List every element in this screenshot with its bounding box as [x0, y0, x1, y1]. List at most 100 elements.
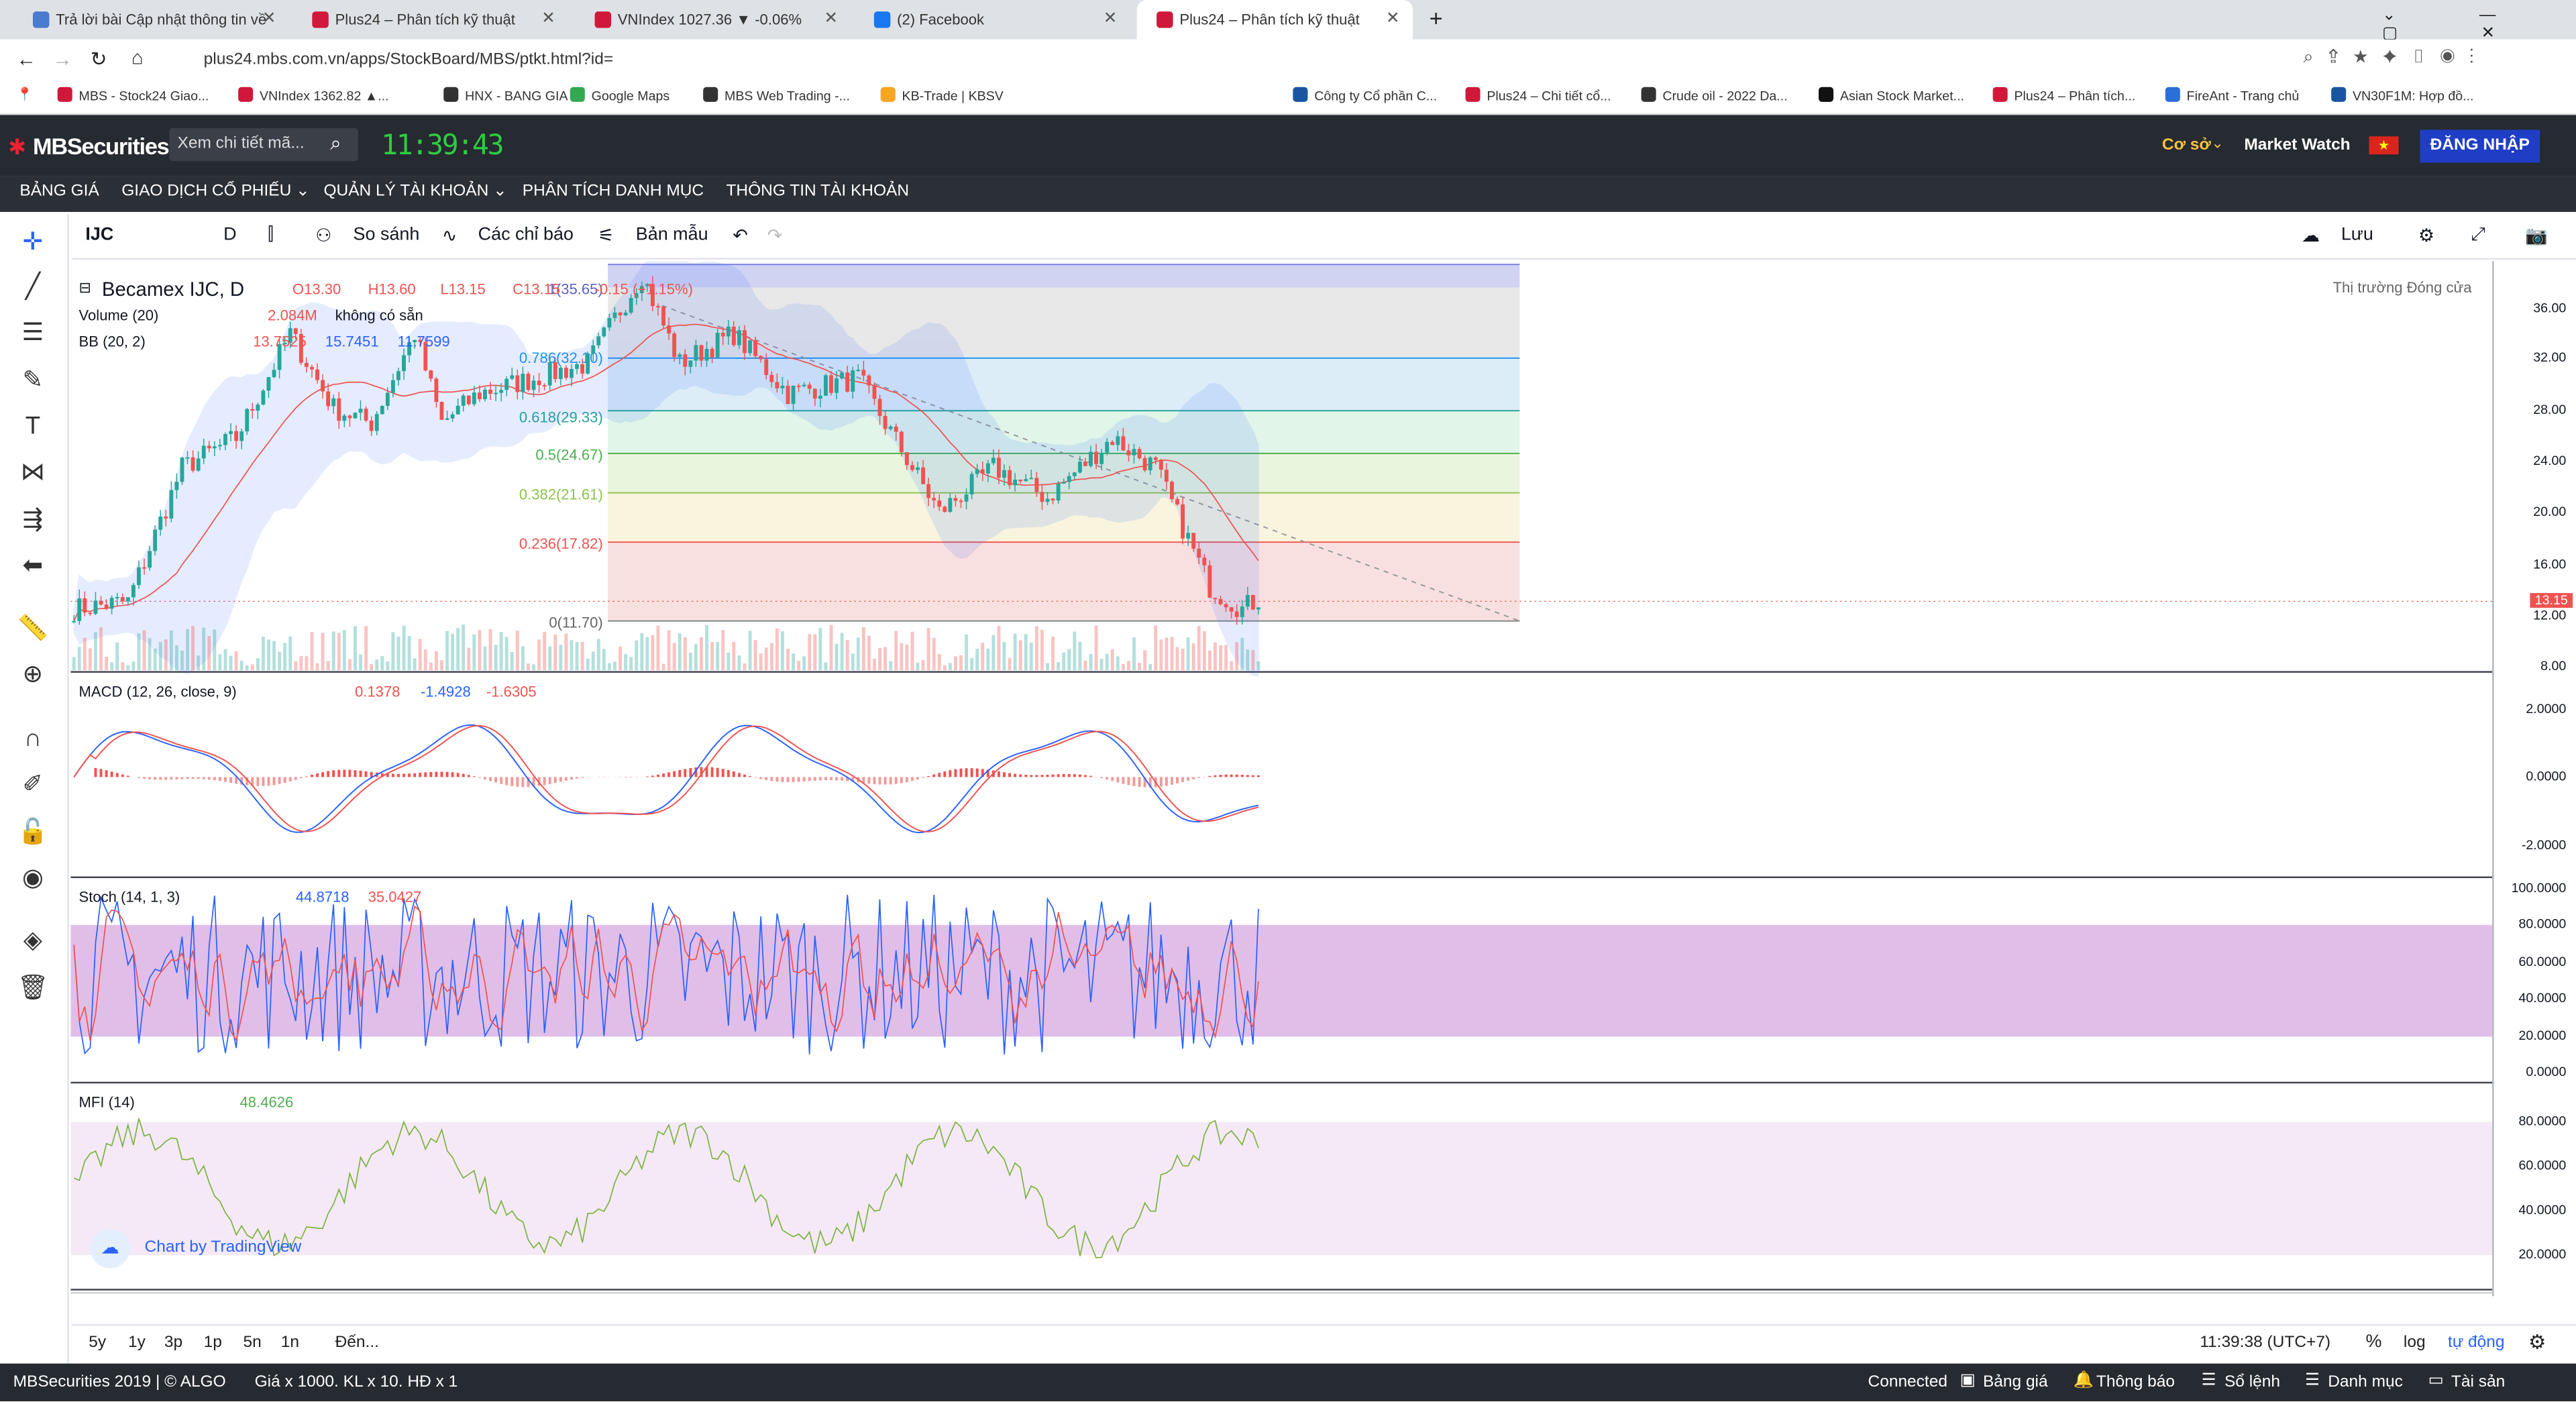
interval-button[interactable]: D [223, 225, 236, 245]
bookmark-item[interactable]: Plus24 – Chi tiết cổ... [1465, 87, 1611, 103]
prediction-icon[interactable]: ⇶ [16, 504, 49, 537]
price-axis[interactable]: 36.00 32.00 28.00 24.00 20.00 16.00 12.00 8.00 1… [2492, 261, 2576, 1297]
layers-icon[interactable]: ◈ [16, 925, 49, 958]
indicators-icon[interactable]: ∿ [442, 225, 458, 246]
range-button[interactable]: 1n [281, 1334, 299, 1352]
close-icon[interactable]: ✕ [1386, 0, 1400, 40]
market-select[interactable]: Cơ sở [2162, 136, 2211, 154]
browser-tab[interactable]: Plus24 – Phân tích kỹ thuật ✕ [1136, 0, 1413, 40]
tradingview-credit[interactable]: Chart by TradingView [145, 1239, 302, 1257]
candle-type-icon[interactable]: ⫿ [268, 225, 274, 247]
footer-item[interactable]: Danh mục [2328, 1373, 2403, 1391]
symbol-search-box[interactable]: Xem chi tiết mã... ⌕ [169, 128, 358, 162]
forward-icon[interactable]: → [52, 48, 72, 70]
tradingview-badge[interactable]: ☁ [90, 1228, 130, 1269]
range-button[interactable]: Đến... [335, 1334, 379, 1352]
footer-item[interactable]: Sổ lệnh [2224, 1373, 2280, 1391]
new-tab-button[interactable]: + [1430, 5, 1443, 31]
undo-icon[interactable]: ↶ [733, 225, 748, 246]
crosshair-icon[interactable]: ✛ [16, 227, 49, 260]
range-button[interactable]: 5n [243, 1334, 261, 1352]
range-button[interactable]: 1y [128, 1334, 146, 1352]
footer-item[interactable]: Thông báo [2096, 1373, 2175, 1391]
close-icon[interactable]: ✕ [1104, 0, 1118, 40]
nav-item[interactable]: PHÂN TÍCH DANH MỤC [523, 182, 704, 201]
url-text[interactable]: plus24.mbs.com.vn/apps/StockBoard/MBS/pt… [204, 51, 614, 69]
trend-line-icon[interactable]: ╱ [16, 271, 49, 304]
reload-icon[interactable]: ↻ [91, 48, 107, 70]
bookmark-item[interactable]: Crude oil - 2022 Da... [1641, 87, 1788, 103]
draw-mode-icon[interactable]: ✐ [16, 769, 49, 802]
fib-icon[interactable]: ☰ [16, 317, 49, 350]
browser-tab[interactable]: Plus24 – Phân tích kỹ thuật ✕ [292, 0, 568, 40]
brush-icon[interactable]: ✎ [16, 365, 49, 398]
compare-icon[interactable]: ⚇ [315, 225, 331, 246]
browser-tab[interactable]: Trả lời bài Cập nhật thông tin về ✕ [13, 0, 289, 40]
home-icon[interactable]: ⌂ [131, 46, 144, 69]
auto-toggle[interactable]: tự động [2448, 1334, 2504, 1352]
indicators-button[interactable]: Các chỉ báo [478, 225, 574, 245]
back-icon[interactable]: ← [16, 48, 36, 70]
search-input[interactable]: Xem chi tiết mã... [177, 135, 304, 153]
nav-item[interactable]: BẢNG GIÁ [19, 182, 99, 201]
save-button[interactable]: Lưu [2341, 225, 2373, 245]
bookmark-item[interactable]: MBS Web Trading -... [703, 87, 850, 103]
percent-toggle[interactable]: % [2366, 1332, 2382, 1352]
settings-icon[interactable]: ⚙ [2418, 225, 2434, 246]
site-logo[interactable]: MBSecurities [33, 133, 170, 159]
browser-tab[interactable]: VNIndex 1027.36 ▼ -0.06% ✕ [575, 0, 851, 40]
close-icon[interactable]: ✕ [824, 0, 838, 40]
ruler-icon[interactable]: 📏 [16, 612, 49, 645]
bookmark-item[interactable]: MBS - Stock24 Giao... [57, 87, 209, 103]
range-button[interactable]: 1p [204, 1334, 222, 1352]
bookmark-item[interactable]: Google Maps [570, 87, 669, 103]
bookmark-item[interactable]: Công ty Cổ phần C... [1293, 87, 1437, 103]
bookmark-item[interactable]: FireAnt - Trang chủ [2165, 87, 2299, 103]
fullscreen-icon[interactable]: ⤢ [2471, 225, 2485, 247]
magnet-icon[interactable]: ∩ [16, 723, 49, 756]
browser-actions[interactable]: ⌕⇪★✦▯◉⋮ [2303, 48, 2488, 69]
search-icon[interactable]: ⌕ [330, 131, 341, 156]
log-toggle[interactable]: log [2404, 1334, 2426, 1352]
bookmark-item[interactable]: HNX - BANG GIA [443, 87, 568, 103]
back-arrow-icon[interactable]: ⬅ [16, 550, 49, 583]
chevron-down-icon[interactable]: ⌄ [2211, 135, 2223, 153]
footer-item[interactable]: Bảng giá [1983, 1373, 2048, 1391]
templates-button[interactable]: Bản mẫu [636, 225, 708, 245]
maps-pin-icon[interactable]: 📍 [16, 87, 32, 102]
nav-item[interactable]: QUẢN LÝ TÀI KHOẢN ⌄ [323, 182, 506, 201]
cloud-icon[interactable]: ☁ [2302, 225, 2320, 246]
camera-icon[interactable]: 📷 [2525, 225, 2548, 246]
bookmark-item[interactable]: VN30F1M: Hợp đồ... [2331, 87, 2474, 103]
redo-icon[interactable]: ↷ [767, 225, 783, 246]
login-button[interactable]: ĐĂNG NHẬP [2420, 129, 2540, 163]
settings-icon[interactable]: ⚙ [2528, 1331, 2546, 1354]
close-icon[interactable]: ✕ [262, 0, 276, 40]
pattern-icon[interactable]: ⋈ [16, 457, 49, 490]
range-button[interactable]: 3p [164, 1334, 182, 1352]
eye-icon[interactable]: ◉ [16, 863, 49, 896]
templates-icon[interactable]: ⚟ [598, 225, 614, 246]
nav-item[interactable]: THÔNG TIN TÀI KHOẢN [726, 182, 909, 201]
bookmark-item[interactable]: KB-Trade | KBSV [880, 87, 1004, 103]
bookmark-item[interactable]: Asian Stock Market... [1819, 87, 1964, 103]
close-icon[interactable]: ✕ [541, 0, 555, 40]
compare-button[interactable]: So sánh [354, 225, 420, 245]
bookmark-item[interactable]: VNIndex 1362.82 ▲... [238, 87, 389, 103]
symbol-input[interactable]: IJC [85, 225, 113, 245]
vietnam-flag-icon[interactable]: ★ [2369, 136, 2399, 155]
range-button[interactable]: 5y [89, 1334, 106, 1352]
footer-item[interactable]: Tài sản [2451, 1373, 2505, 1391]
trash-icon[interactable]: 🗑 [16, 973, 49, 1006]
zoom-icon[interactable]: ⊕ [16, 659, 49, 692]
price-chart[interactable]: 1(35.65)0.786(32.10)0.618(29.33)0.5(24.6… [70, 261, 2506, 1296]
browser-tab[interactable]: (2) Facebook ✕ [854, 0, 1130, 40]
bookmark-item[interactable]: Plus24 – Phân tích... [1992, 87, 2135, 103]
volume-bar [716, 642, 720, 671]
nav-item[interactable]: GIAO DỊCH CỔ PHIẾU ⌄ [121, 182, 309, 201]
text-icon[interactable]: T [16, 411, 49, 443]
market-watch-link[interactable]: Market Watch [2244, 136, 2350, 154]
collapse-icon[interactable]: ⊟ [79, 279, 91, 297]
window-controls[interactable]: ⌄ — ▢ ✕ [2382, 7, 2576, 43]
lock-icon[interactable]: 🔓 [16, 816, 49, 849]
